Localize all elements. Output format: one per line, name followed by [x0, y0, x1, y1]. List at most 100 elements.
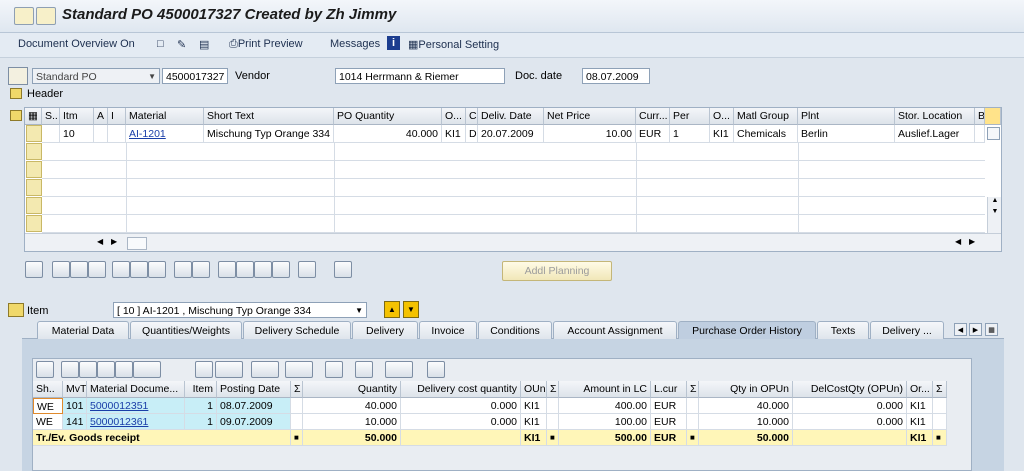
col-header-delcostqty-opun[interactable]: DelCostQty (OPUn) — [793, 381, 907, 398]
tab-texts[interactable]: Texts — [817, 321, 869, 339]
cell-posting-date[interactable]: 08.07.2009 — [217, 398, 291, 414]
cell-sh[interactable]: WE — [33, 414, 63, 430]
col-header-oun[interactable]: OUn — [521, 381, 547, 398]
select-block-icon[interactable] — [88, 261, 106, 278]
edit-icon[interactable]: ✎ — [177, 38, 186, 51]
cell-quantity[interactable]: 40.000 — [303, 398, 401, 414]
tab-list-icon[interactable]: ▦ — [985, 323, 998, 336]
vendor-field[interactable]: 1014 Herrmann & Riemer — [335, 68, 505, 84]
other-document-icon[interactable]: ▤ — [199, 38, 209, 51]
document-overview-button[interactable]: Document Overview On — [18, 38, 135, 50]
cell-item-cat[interactable] — [108, 125, 126, 143]
vertical-scrollbar[interactable]: ▲ ▼ — [987, 197, 1001, 233]
find-next-icon[interactable] — [115, 361, 133, 378]
cell-item[interactable]: 10 — [60, 125, 94, 143]
cell-amount-lc[interactable]: 400.00 — [559, 398, 651, 414]
unlock-icon[interactable] — [148, 261, 166, 278]
row-selector[interactable] — [26, 215, 42, 232]
dropdown-menu-icon[interactable] — [36, 7, 56, 25]
layout-icon[interactable] — [334, 261, 352, 278]
cell-material-doc[interactable]: 5000012361 — [87, 414, 185, 430]
cell-oun[interactable]: KI1 — [521, 398, 547, 414]
col-header-deliv-date[interactable]: Deliv. Date — [478, 108, 544, 125]
col-header-acct[interactable]: A — [94, 108, 108, 125]
sum-icon[interactable]: Σ — [291, 381, 303, 398]
tab-material-data[interactable]: Material Data — [37, 321, 129, 339]
cell-oun[interactable]: KI1 — [521, 414, 547, 430]
scroll-right-icon[interactable]: ▶ — [969, 237, 975, 246]
sort-ascending-icon[interactable] — [61, 361, 79, 378]
previous-item-icon[interactable]: ▲ — [384, 301, 400, 318]
col-header-item[interactable]: Itm — [60, 108, 94, 125]
col-header-stor-location[interactable]: Stor. Location — [895, 108, 975, 125]
tab-account-assignment[interactable]: Account Assignment — [553, 321, 677, 339]
filter-settings-icon[interactable] — [254, 261, 272, 278]
scroll-left-icon[interactable]: ◀ — [97, 237, 103, 246]
col-header-order-unit[interactable]: Or... — [907, 381, 933, 398]
details-icon[interactable] — [25, 261, 43, 278]
cell-delivery-cost-qty[interactable]: 0.000 — [401, 414, 521, 430]
cell-delivery-cost-qty[interactable]: 0.000 — [401, 398, 521, 414]
tab-delivery-schedule[interactable]: Delivery Schedule — [243, 321, 351, 339]
col-header-po-qty[interactable]: PO Quantity — [334, 108, 442, 125]
filter-icon[interactable] — [79, 361, 97, 378]
cell-matl-group[interactable]: Chemicals — [734, 125, 798, 143]
scroll-right-icon[interactable]: ▶ — [111, 237, 117, 246]
addl-planning-button[interactable]: Addl Planning — [502, 261, 612, 281]
print-icon[interactable] — [195, 361, 213, 378]
col-header-item-cat[interactable]: I — [108, 108, 126, 125]
doc-date-field[interactable]: 08.07.2009 — [582, 68, 650, 84]
cell-item[interactable]: 1 — [185, 414, 217, 430]
row-checkbox[interactable] — [987, 127, 1000, 140]
scroll-thumb[interactable] — [127, 237, 147, 250]
material-doc-link[interactable]: 5000012351 — [90, 400, 148, 412]
tab-scroll-left-icon[interactable]: ◀ — [954, 323, 967, 336]
info-icon[interactable]: i — [387, 36, 400, 50]
col-header-currency[interactable]: Curr... — [636, 108, 670, 125]
cell-plant[interactable]: Berlin — [798, 125, 895, 143]
lock-icon[interactable] — [130, 261, 148, 278]
cell-lcur[interactable]: EUR — [651, 398, 687, 414]
col-header-delivery-cost-qty[interactable]: Delivery cost quantity — [401, 381, 521, 398]
col-header-b[interactable]: B — [975, 108, 985, 125]
cell-net-price[interactable]: 10.00 — [544, 125, 636, 143]
cell-b[interactable] — [975, 125, 985, 143]
row-selector[interactable] — [26, 197, 42, 214]
next-item-icon[interactable]: ▼ — [403, 301, 419, 318]
tab-conditions[interactable]: Conditions — [478, 321, 552, 339]
graphic-icon[interactable] — [325, 361, 343, 378]
sum-icon[interactable]: Σ — [933, 381, 947, 398]
calculator-icon[interactable] — [192, 261, 210, 278]
row-selector[interactable] — [26, 179, 42, 196]
expand-header-icon[interactable] — [10, 88, 22, 99]
cell-lcur[interactable]: EUR — [651, 414, 687, 430]
cell-delcostqty-opun[interactable]: 0.000 — [793, 398, 907, 414]
col-header-short-text[interactable]: Short Text — [204, 108, 334, 125]
refresh-icon[interactable] — [427, 361, 445, 378]
col-header-opu[interactable]: O... — [710, 108, 734, 125]
item-select[interactable]: [ 10 ] AI-1201 , Mischung Typ Orange 334… — [113, 302, 367, 318]
cell-mvt[interactable]: 141 — [63, 414, 87, 430]
scroll-left-icon[interactable]: ◀ — [955, 237, 961, 246]
po-number-field[interactable]: 4500017327 — [162, 68, 228, 84]
messages-button[interactable]: Messages — [330, 38, 380, 50]
info-icon[interactable] — [355, 361, 373, 378]
tab-purchase-order-history[interactable]: Purchase Order History — [678, 321, 816, 339]
tab-scroll-right-icon[interactable]: ▶ — [969, 323, 982, 336]
collapse-item-detail-icon[interactable] — [8, 303, 24, 317]
cell-qty-opun[interactable]: 40.000 — [699, 398, 793, 414]
row-selector[interactable] — [26, 125, 42, 142]
view-menu-icon[interactable] — [251, 361, 279, 378]
col-header-qty-opun[interactable]: Qty in OPUn — [699, 381, 793, 398]
filter-menu-icon[interactable] — [133, 361, 161, 378]
cell-c[interactable]: D — [466, 125, 478, 143]
col-header-mvt[interactable]: MvT — [63, 381, 87, 398]
deselect-all-icon[interactable] — [70, 261, 88, 278]
cell-oun[interactable]: KI1 — [442, 125, 466, 143]
cell-delcostqty-opun[interactable]: 0.000 — [793, 414, 907, 430]
print-preview-button[interactable]: ⎙Print Preview — [229, 38, 303, 51]
col-header-sh[interactable]: Sh.. — [33, 381, 63, 398]
cell-qty-opun[interactable]: 10.000 — [699, 414, 793, 430]
col-header-plant[interactable]: Plnt — [798, 108, 895, 125]
select-all-icon[interactable] — [52, 261, 70, 278]
